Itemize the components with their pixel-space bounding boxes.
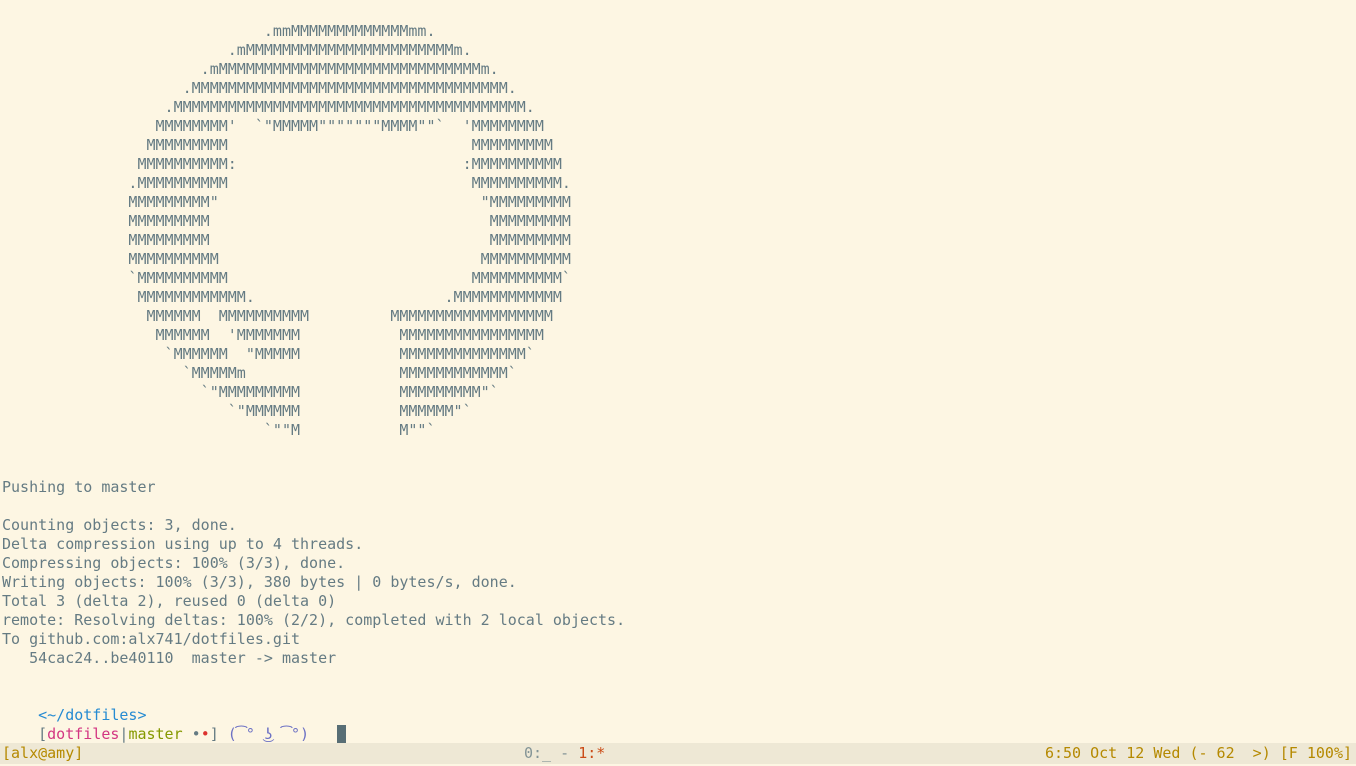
output-line: Counting objects: 3, done. xyxy=(2,516,237,534)
output-line: To github.com:alx741/dotfiles.git xyxy=(2,630,301,648)
terminal-cursor[interactable] xyxy=(337,725,347,743)
output-line: remote: Resolving deltas: 100% (2/2), co… xyxy=(2,611,626,629)
prompt-status-dot-clean: • xyxy=(191,725,201,743)
output-line: Writing objects: 100% (3/3), 380 bytes |… xyxy=(2,573,517,591)
output-line: Total 3 (delta 2), reused 0 (delta 0) xyxy=(2,592,337,610)
prompt-path: <~/dotfiles> xyxy=(38,706,147,724)
github-octocat-ascii-art: .mmMMMMMMMMMMMMMmm. .mMMMMMMMMMMMMMMMMMM… xyxy=(128,22,571,439)
prompt-close-bracket: ] xyxy=(209,725,219,743)
shell-prompt[interactable]: <~/dotfiles> [dotfiles|master ••] (͡° ͜ʖ… xyxy=(2,687,347,743)
tmux-window-list: 0:_ - 1:* xyxy=(524,743,605,764)
tmux-status-bar: [alx@amy] 0:_ - 1:* 6:50 Oct 12 Wed (- 6… xyxy=(0,743,1356,764)
prompt-lenny-face: (͡° ͜ʖ ͡°) xyxy=(227,725,310,743)
tmux-window-1-active[interactable]: 1:* xyxy=(578,744,605,762)
prompt-status-dot-dirty: • xyxy=(200,725,210,743)
output-line: Pushing to master xyxy=(2,478,156,496)
tmux-session-label[interactable]: [alx@amy] xyxy=(2,743,83,764)
output-line: 54cac24..be40110 master -> master xyxy=(2,649,337,667)
output-line: Compressing objects: 100% (3/3), done. xyxy=(2,554,346,572)
prompt-branch-name: master xyxy=(128,725,183,743)
terminal-window[interactable]: .mmMMMMMMMMMMMMMmm. .mMMMMMMMMMMMMMMMMMM… xyxy=(0,0,1356,766)
git-push-output: Pushing to master Counting objects: 3, do… xyxy=(2,478,625,668)
output-line: Delta compression using up to 4 threads. xyxy=(2,535,364,553)
tmux-clock-status: 6:50 Oct 12 Wed (- 62 >) [F 100%] xyxy=(1044,744,1352,762)
prompt-open-bracket: [ xyxy=(38,725,48,743)
tmux-window-0[interactable]: 0:_ - xyxy=(524,744,578,762)
prompt-repo-name: dotfiles xyxy=(47,725,120,743)
